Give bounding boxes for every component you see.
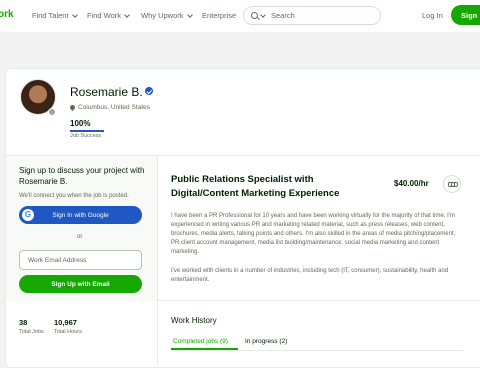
work-history-title: Work History [171,316,217,325]
status-dot [48,108,56,116]
signup-panel-title: Sign up to discuss your project with Ros… [19,166,145,186]
login-link[interactable]: Log In [422,11,443,20]
location-pin-icon [68,103,77,112]
divider [158,300,480,301]
total-jobs-value: 38 [19,318,28,327]
chevron-down-icon [124,11,130,18]
chevron-down-icon[interactable] [260,11,266,18]
signup-email-button[interactable]: Sign Up with Email [19,275,142,293]
total-hours-value: 10,967 [54,318,77,327]
nav-find-work[interactable]: Find Work [87,11,130,20]
top-navigation: ork Find Talent Find Work Why Upwork Ent… [0,0,480,32]
nav-find-work-label: Find Work [87,11,122,20]
nav-find-talent[interactable]: Find Talent [32,11,78,20]
tab-completed-jobs[interactable]: Completed jobs (9) [173,338,228,345]
nav-enterprise[interactable]: Enterprise [202,11,236,20]
freelancer-name: Rosemarie B. [70,85,143,99]
bio-paragraph: I've worked with clients in a number of … [171,268,449,283]
hourly-rate: $40.00/hr [394,179,429,188]
location: Columbus, United States [68,103,150,112]
search-input[interactable]: Search [271,11,295,20]
search-icon [251,12,258,19]
email-field[interactable]: Work Email Address [19,250,142,270]
chevron-down-icon [186,11,193,18]
google-signin-button[interactable]: G Sign In with Google [19,206,142,224]
upwork-logo[interactable]: ork [0,9,14,20]
or-separator: or [77,234,83,240]
total-hours-label: Total Hours [54,329,82,335]
job-success-bar [70,130,104,132]
job-success-label: Job Success [70,133,102,139]
profile-title: Public Relations Specialist with Digital… [171,174,340,199]
chevron-down-icon [71,11,78,18]
nav-why-upwork[interactable]: Why Upwork [141,11,193,20]
google-signin-label: Sign In with Google [52,211,109,219]
total-jobs-label: Total Jobs [19,329,44,335]
divider [157,156,158,366]
bio-paragraph: I have been a PR Professional for 10 yea… [171,213,456,255]
google-icon: G [22,209,34,221]
tab-in-progress[interactable]: In progress (2) [245,338,287,345]
job-success-value: 100% [70,119,91,128]
active-tab-indicator [171,348,238,350]
copy-link-icon[interactable] [443,175,461,193]
location-text: Columbus, United States [78,104,150,111]
signup-panel-subtitle: We'll connect you when the job is posted… [19,193,129,199]
tab-divider [171,350,463,351]
search-bar[interactable]: Search [243,6,381,25]
signup-button[interactable]: Sign [451,5,480,25]
verified-icon [145,87,153,95]
nav-find-talent-label: Find Talent [32,11,69,20]
nav-why-upwork-label: Why Upwork [141,11,184,20]
